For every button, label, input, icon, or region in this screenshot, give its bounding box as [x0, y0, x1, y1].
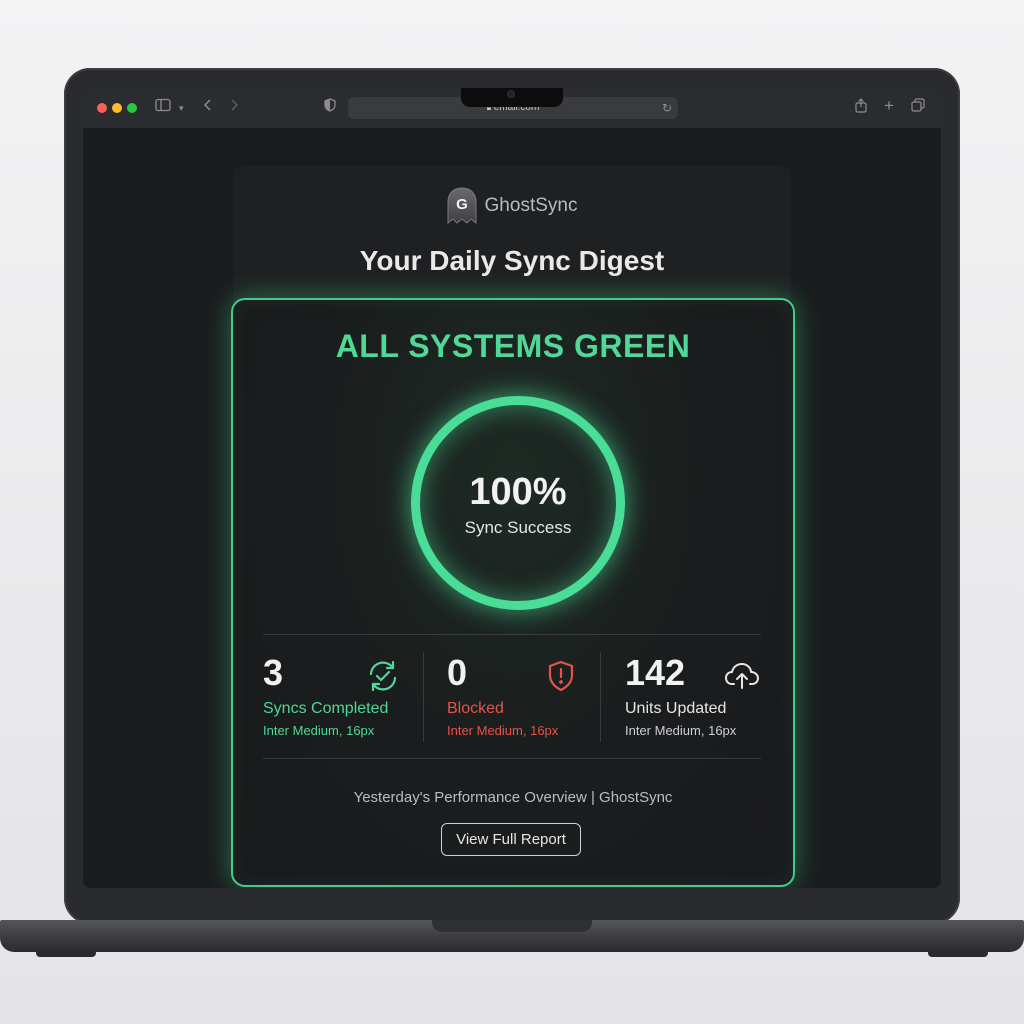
email-viewport: G GhostSync Your Daily Sync Digest ALL S… — [83, 129, 941, 888]
stat-subtext: Inter Medium, 16px — [263, 723, 375, 738]
privacy-shield-icon[interactable] — [324, 98, 336, 118]
laptop-lip — [432, 920, 592, 932]
close-window-button[interactable] — [97, 103, 107, 113]
stat-blocked: 0 Blocked Inter Medium, 16px — [447, 650, 597, 745]
tab-overview-icon[interactable] — [911, 98, 925, 118]
stat-label: Units Updated — [625, 700, 727, 717]
stat-value: 0 — [447, 652, 468, 693]
stat-subtext: Inter Medium, 16px — [447, 723, 559, 738]
laptop-foot — [36, 952, 96, 957]
stat-value: 142 — [625, 652, 686, 693]
brand-header: G GhostSync — [233, 187, 791, 227]
footer-caption: Yesterday's Performance Overview | Ghost… — [353, 789, 673, 806]
reload-icon[interactable]: ↻ — [662, 97, 672, 119]
stat-subtext: Inter Medium, 16px — [625, 723, 737, 738]
maximize-window-button[interactable] — [127, 103, 137, 113]
laptop-foot — [928, 952, 988, 957]
stat-units-updated: 142 Units Updated Inter Medium, 16px — [625, 650, 761, 745]
chevron-down-icon[interactable]: ▾ — [179, 98, 184, 118]
stat-syncs-completed: 3 Syncs Completed Inter Medium, 16px — [263, 650, 423, 745]
camera-icon — [508, 91, 514, 97]
stat-divider — [423, 652, 424, 742]
share-icon[interactable] — [855, 98, 867, 119]
divider-top — [263, 634, 761, 635]
logo-letter: G — [456, 196, 468, 213]
cloud-upload-icon — [723, 658, 759, 694]
success-percentage: 100% — [469, 471, 567, 513]
sync-check-icon — [365, 658, 401, 694]
camera-notch — [461, 88, 563, 107]
stats-row: 3 Syncs Completed Inter Medium, 16px 0 B… — [263, 650, 761, 745]
browser-window: ▾ 🔒︎ email.com ↻ + G GhostSync Your Dail… — [83, 88, 941, 888]
success-label: Sync Success — [464, 518, 572, 537]
success-ring: 100% Sync Success — [411, 396, 625, 610]
email-headline: Your Daily Sync Digest — [359, 245, 665, 276]
shield-alert-icon — [543, 658, 579, 694]
forward-button[interactable] — [229, 98, 239, 118]
brand-name: GhostSync — [484, 195, 578, 216]
ghost-logo-icon: G — [447, 187, 477, 225]
email-card: G GhostSync Your Daily Sync Digest ALL S… — [231, 165, 795, 887]
stat-value: 3 — [263, 652, 284, 693]
divider-bottom — [263, 758, 761, 759]
new-tab-icon[interactable]: + — [884, 96, 894, 116]
stat-label: Syncs Completed — [263, 700, 389, 717]
stat-divider — [600, 652, 601, 742]
minimize-window-button[interactable] — [112, 103, 122, 113]
stat-label: Blocked — [447, 700, 504, 717]
back-button[interactable] — [203, 98, 213, 118]
status-title: ALL SYSTEMS GREEN — [335, 328, 691, 364]
view-full-report-button[interactable]: View Full Report — [441, 823, 581, 856]
status-panel: ALL SYSTEMS GREEN 100% Sync Success 3 Sy… — [231, 298, 795, 887]
sidebar-toggle-icon[interactable] — [155, 98, 171, 118]
